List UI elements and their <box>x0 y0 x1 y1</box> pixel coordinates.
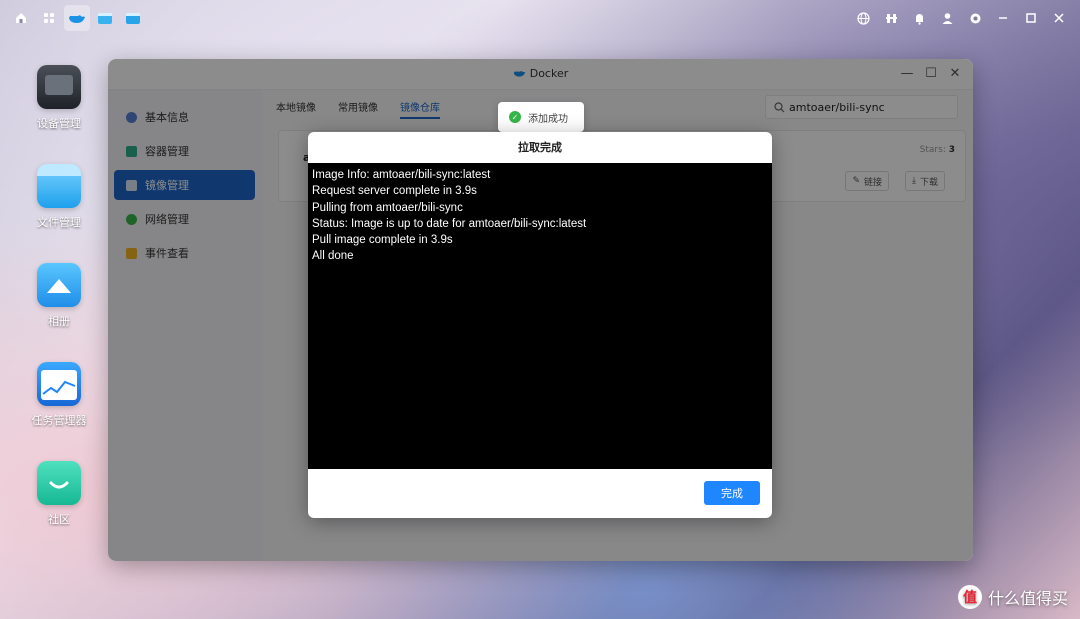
log-line: Pull image complete in 3.9s <box>312 234 453 247</box>
log-line: Image Info: amtoaer/bili-sync:latest <box>312 169 491 181</box>
desktop-icon-community[interactable]: 社区 <box>24 461 94 527</box>
desktop-icon-label: 社区 <box>48 513 70 526</box>
desktop-icon-label: 文件管理 <box>37 216 81 229</box>
check-circle-icon: ✓ <box>509 111 521 123</box>
pull-complete-dialog: 拉取完成 Image Info: amtoaer/bili-sync:lates… <box>308 132 772 518</box>
watermark: 值 什么值得买 <box>957 585 1068 609</box>
desktop-icon-label: 任务管理器 <box>31 414 87 427</box>
minimize-icon[interactable] <box>990 5 1016 31</box>
desktop-icon-device-manager[interactable]: 设备管理 <box>24 65 94 131</box>
log-line: Status: Image is up to date for amtoaer/… <box>312 217 587 230</box>
photos-icon <box>37 263 81 307</box>
log-line: Pulling from amtoaer/bili-sync <box>312 201 463 214</box>
globe-icon[interactable] <box>850 5 876 31</box>
system-taskbar <box>0 0 1080 36</box>
apps-grid-icon[interactable] <box>36 5 62 31</box>
desktop-icon-photos[interactable]: 相册 <box>24 263 94 329</box>
watermark-text: 什么值得买 <box>987 589 1068 608</box>
dialog-title: 拉取完成 <box>518 141 562 154</box>
watermark-logo: 值 <box>957 585 982 609</box>
log-line: All done <box>312 250 354 263</box>
task-manager-icon <box>37 362 81 406</box>
folder-icon <box>37 164 81 208</box>
maximize-icon[interactable] <box>1018 5 1044 31</box>
brightness-icon[interactable] <box>878 5 904 31</box>
device-manager-icon <box>37 65 81 109</box>
desktop-icon-task-manager[interactable]: 任务管理器 <box>24 362 94 428</box>
desktop-icon-label: 设备管理 <box>37 117 81 130</box>
toast-message: 添加成功 <box>528 113 568 125</box>
log-line: Request server complete in 3.9s <box>312 185 477 198</box>
home-icon[interactable] <box>8 5 34 31</box>
pull-log-terminal: Image Info: amtoaer/bili-sync:latest Req… <box>308 163 772 469</box>
close-icon[interactable] <box>1046 5 1072 31</box>
success-toast: ✓ 添加成功 <box>498 102 584 132</box>
community-icon <box>37 461 81 505</box>
desktop-icon-label: 相册 <box>48 315 70 328</box>
desktop-icon-file-manager[interactable]: 文件管理 <box>24 164 94 230</box>
user-icon[interactable] <box>934 5 960 31</box>
docker-icon[interactable] <box>64 5 90 31</box>
folder-window-icon[interactable] <box>92 5 118 31</box>
settings-icon[interactable] <box>962 5 988 31</box>
files-window-icon[interactable] <box>120 5 146 31</box>
bell-icon[interactable] <box>906 5 932 31</box>
done-button[interactable]: 完成 <box>704 481 760 505</box>
